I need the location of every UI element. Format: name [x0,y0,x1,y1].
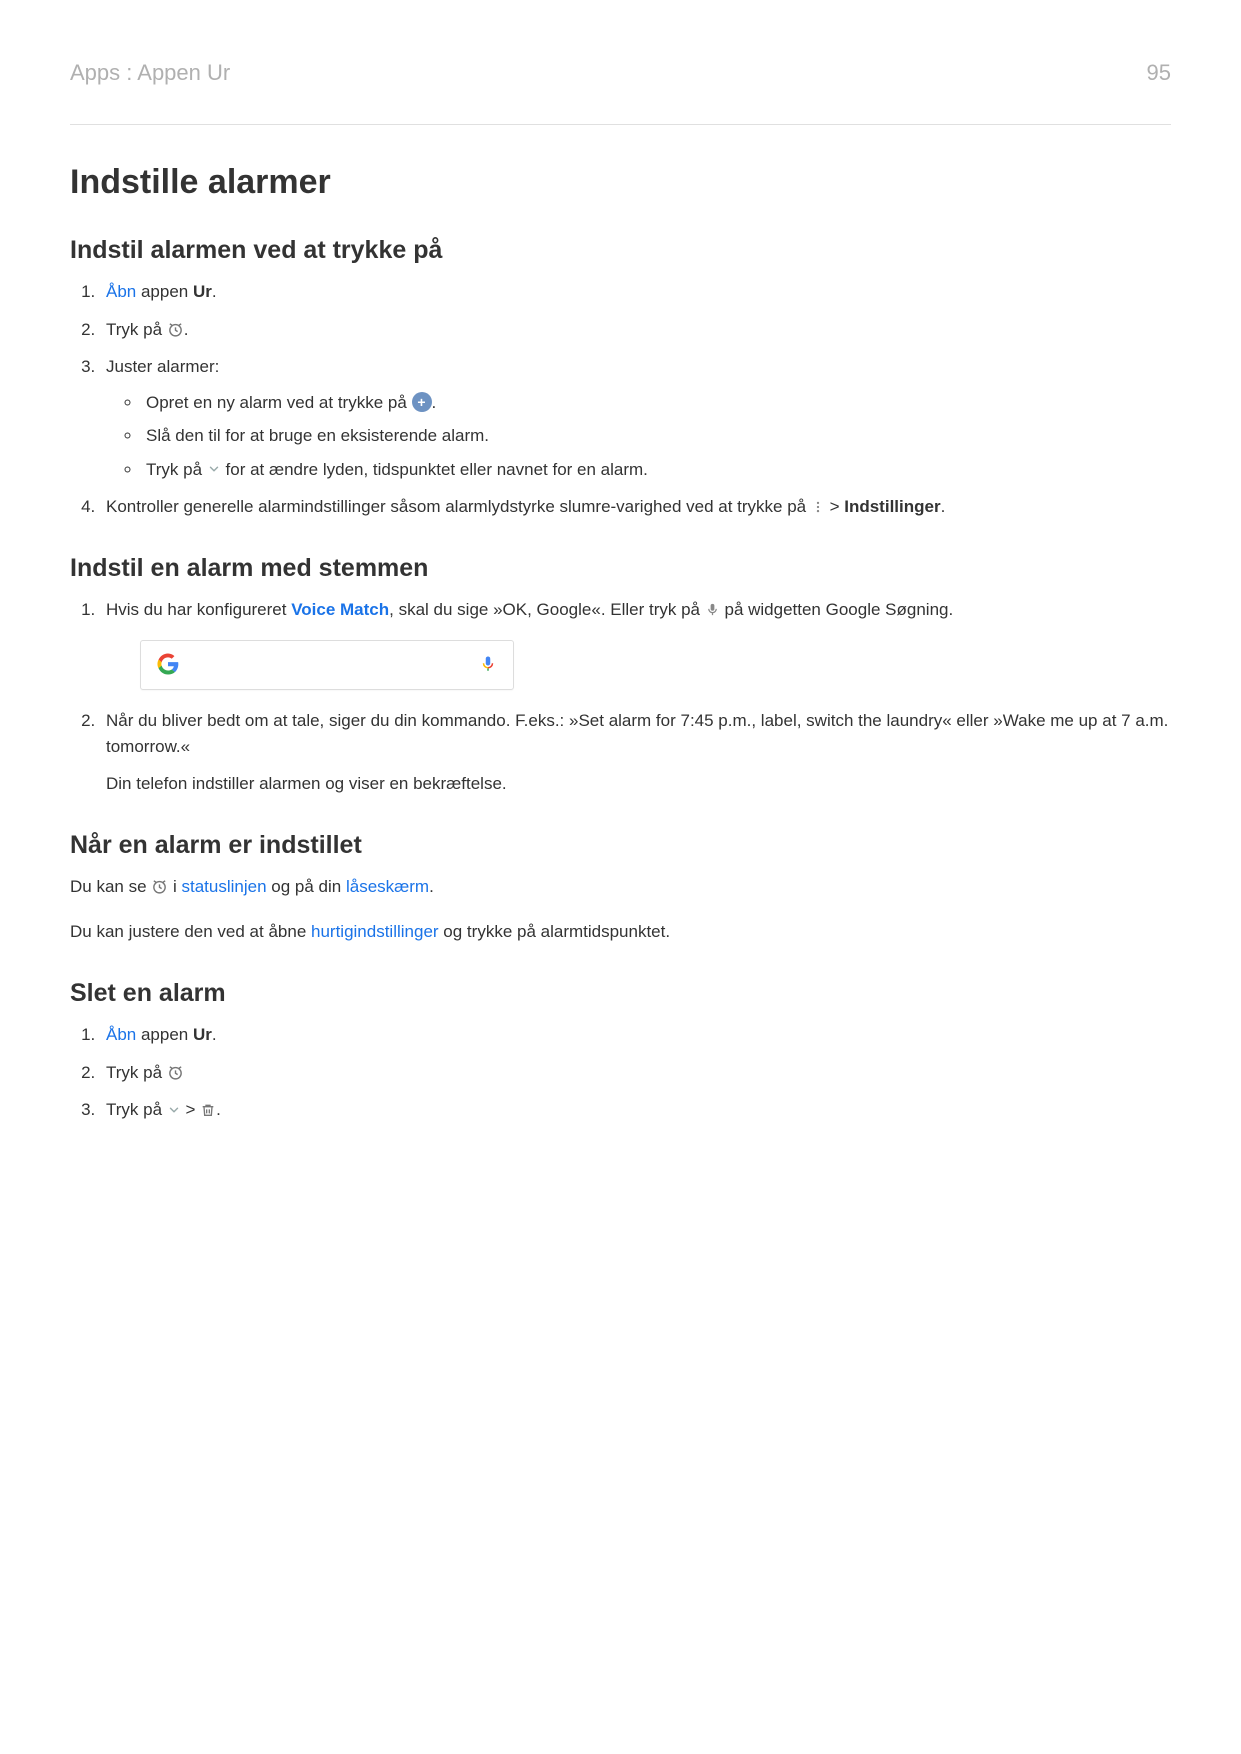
step-text: for at ændre lyden, tidspunktet eller na… [226,460,648,479]
step-text: Tryk på [106,1100,167,1119]
step-text: Tryk på [106,320,167,339]
app-name: Ur [193,1025,212,1044]
step-item: Åbn appen Ur. [100,279,1171,305]
step-text: Tryk på [106,1063,167,1082]
section-heading-set-alarm-voice: Indstil en alarm med stemmen [70,554,1171,583]
steps-set-alarm-tap: Åbn appen Ur. Tryk på . Juster alarmer: … [70,279,1171,520]
sub-bullet: Tryk på for at ændre lyden, tidspunktet … [142,457,1171,483]
text: . [429,877,434,896]
body-paragraph: Du kan justere den ved at åbne hurtigind… [70,919,1171,945]
page-header: Apps : Appen Ur 95 [70,60,1171,125]
step-item: Åbn appen Ur. [100,1022,1171,1048]
google-mic-icon [479,653,497,675]
step-followup: Din telefon indstiller alarmen og viser … [106,771,1171,797]
text: Du kan se [70,877,151,896]
section-heading-when-alarm-set: Når en alarm er indstillet [70,831,1171,860]
trash-icon [200,1101,216,1119]
link-open-app[interactable]: Åbn [106,282,136,301]
step-item: Kontroller generelle alarmindstillinger … [100,494,1171,520]
step-text: Kontroller generelle alarmindstillinger … [106,497,811,516]
step-text: . [941,497,946,516]
page-number: 95 [1147,60,1171,86]
chevron-down-icon [207,462,221,476]
step-text: appen [136,1025,193,1044]
link-lockscreen[interactable]: låseskærm [346,877,429,896]
step-text: Hvis du har konfigureret [106,600,291,619]
step-text: , skal du sige »OK, Google«. Eller tryk … [389,600,705,619]
step-text: . [212,1025,217,1044]
page-title: Indstille alarmer [70,163,1171,202]
step-item: Tryk på [100,1060,1171,1086]
more-vert-icon [811,499,825,515]
step-text: Når du bliver bedt om at tale, siger du … [106,711,1168,756]
link-quicksettings[interactable]: hurtigindstillinger [311,922,439,941]
sub-bullet: Slå den til for at bruge en eksisterende… [142,423,1171,449]
step-item: Tryk på > . [100,1097,1171,1123]
section-heading-set-alarm-tap: Indstil alarmen ved at trykke på [70,236,1171,265]
step-text: . [184,320,189,339]
step-text: appen [136,282,193,301]
step-item: Juster alarmer: Opret en ny alarm ved at… [100,354,1171,482]
text: Du kan justere den ved at åbne [70,922,311,941]
steps-delete-alarm: Åbn appen Ur. Tryk på Tryk på > . [70,1022,1171,1123]
add-alarm-icon [412,392,432,412]
link-voice-match[interactable]: Voice Match [291,600,389,619]
step-text: Opret en ny alarm ved at trykke på [146,393,412,412]
app-name: Ur [193,282,212,301]
step-text: Juster alarmer: [106,357,219,376]
sub-bullets: Opret en ny alarm ved at trykke på . Slå… [114,390,1171,483]
text: i [173,877,182,896]
step-item: Tryk på . [100,317,1171,343]
alarm-clock-icon [167,1064,184,1081]
breadcrumb: Apps : Appen Ur [70,60,230,86]
google-search-widget [140,640,514,690]
step-text: Tryk på [146,460,207,479]
step-text: på widgetten Google Søgning. [724,600,953,619]
step-item: Hvis du har konfigureret Voice Match, sk… [100,597,1171,691]
step-item: Når du bliver bedt om at tale, siger du … [100,708,1171,797]
step-text: > [825,497,844,516]
link-statusbar[interactable]: statuslinjen [182,877,267,896]
step-text: . [432,393,437,412]
section-heading-delete-alarm: Slet en alarm [70,979,1171,1008]
step-text: . [212,282,217,301]
text: og på din [267,877,346,896]
google-g-icon [157,653,179,675]
step-text: . [216,1100,221,1119]
microphone-icon [705,601,720,618]
alarm-clock-icon [167,321,184,338]
alarm-clock-icon [151,878,168,895]
step-text: > [186,1100,201,1119]
steps-set-alarm-voice: Hvis du har konfigureret Voice Match, sk… [70,597,1171,798]
sub-bullet: Opret en ny alarm ved at trykke på . [142,390,1171,416]
link-open-app[interactable]: Åbn [106,1025,136,1044]
body-paragraph: Du kan se i statuslinjen og på din låses… [70,874,1171,900]
text: og trykke på alarmtidspunktet. [439,922,671,941]
settings-label: Indstillinger [844,497,940,516]
chevron-down-icon [167,1103,181,1117]
